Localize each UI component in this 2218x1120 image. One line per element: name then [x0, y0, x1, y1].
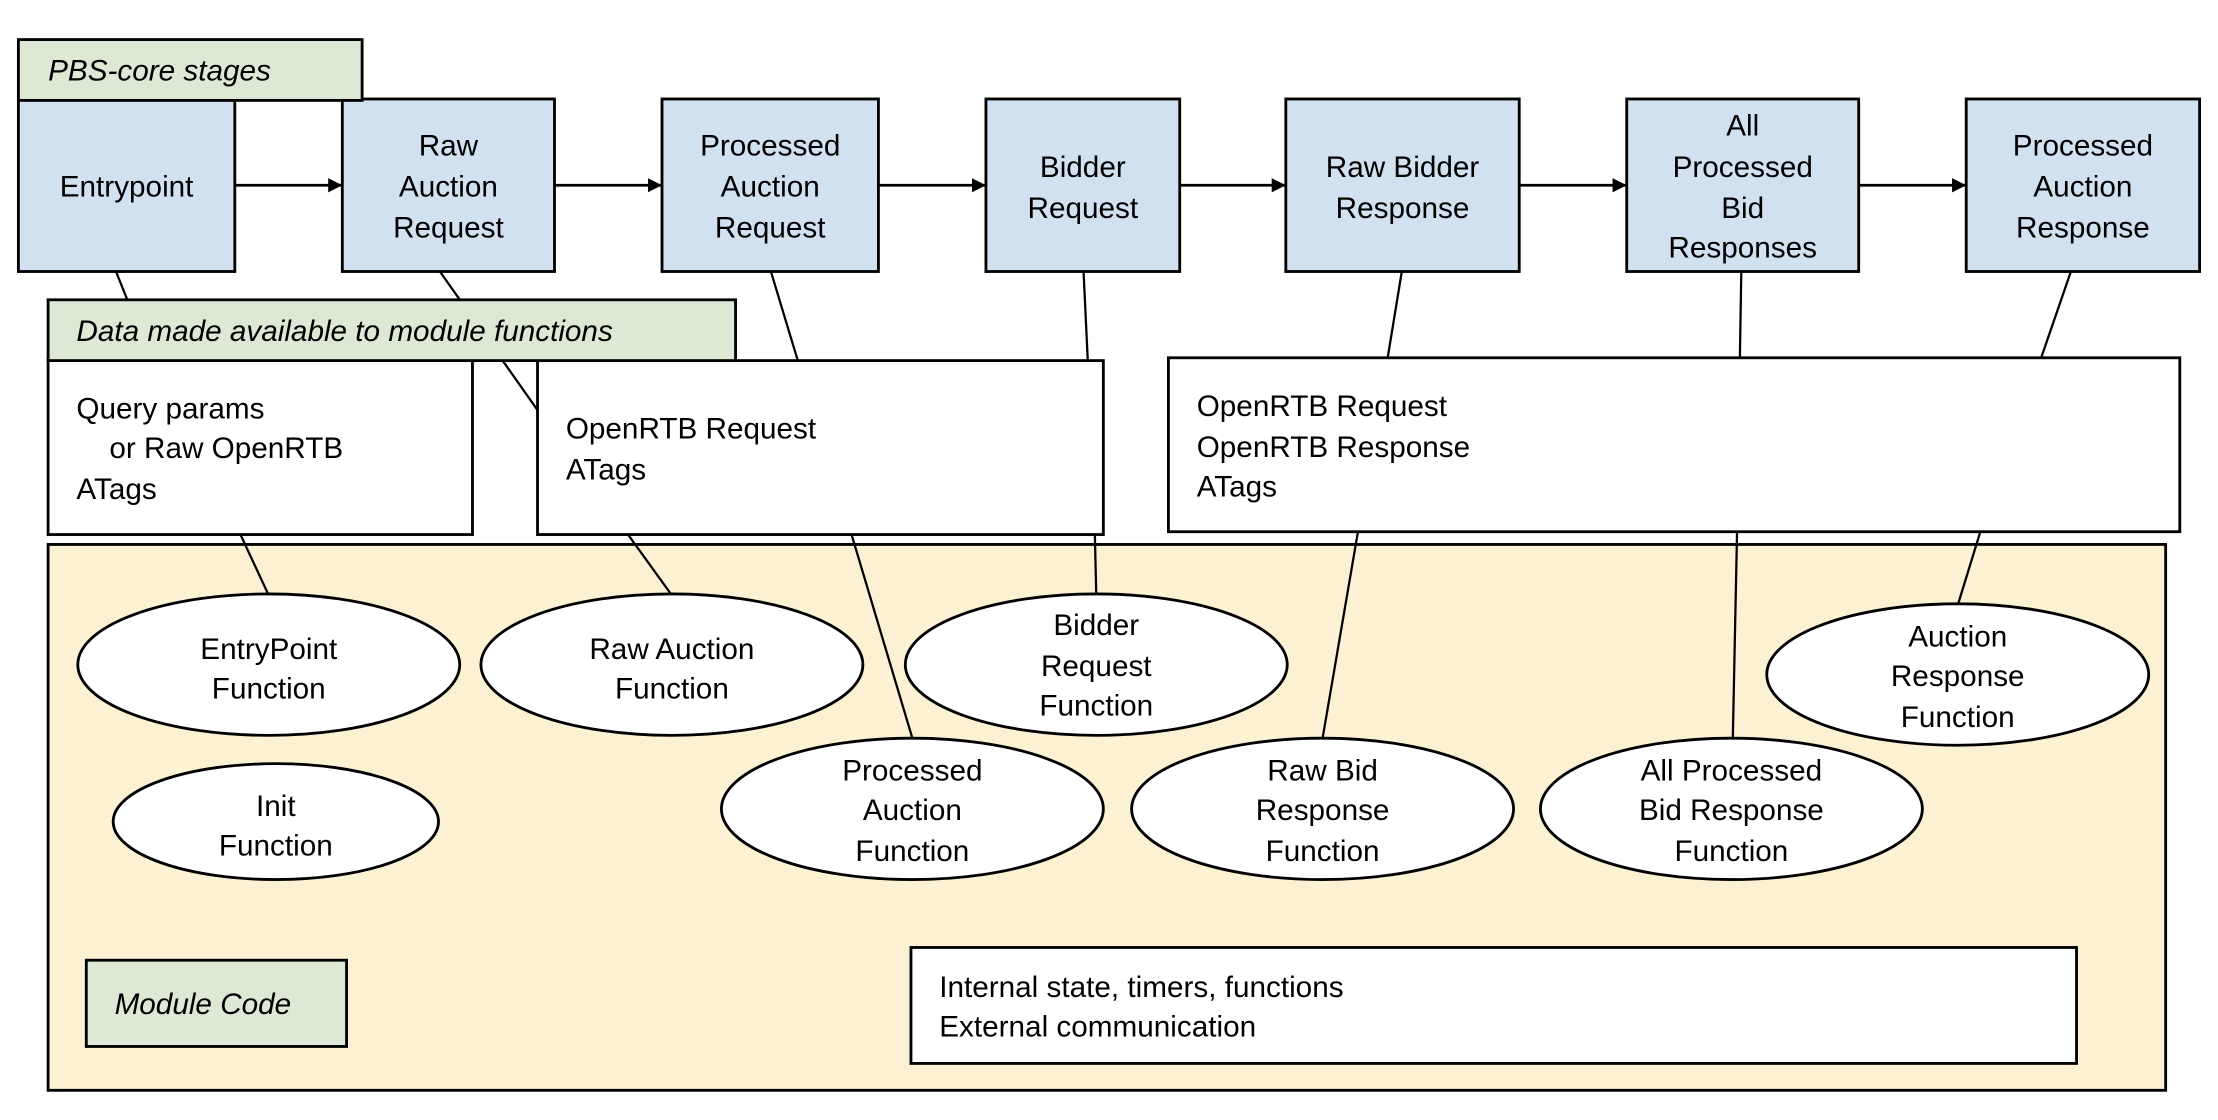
stage-label: Request — [393, 212, 504, 245]
stage-label: Request — [715, 212, 826, 245]
function-label: All Processed — [1641, 755, 1823, 788]
function-label: Response — [1256, 794, 1390, 827]
stage-all-processed-bid-responses: All Processed Bid Responses — [1625, 97, 1861, 273]
label-text: Data made available to module functions — [76, 315, 613, 348]
label-text: PBS-core stages — [48, 55, 271, 88]
function-label: Response — [1891, 660, 2025, 693]
function-init: Init Function — [111, 762, 440, 882]
connector — [1082, 271, 1089, 361]
stage-processed-auction-request: Processed Auction Request — [660, 97, 880, 273]
stage-label: Entrypoint — [60, 171, 194, 204]
data-box-entrypoint: Query params or Raw OpenRTB ATags — [46, 357, 474, 536]
data-line: OpenRTB Request — [566, 412, 817, 445]
stage-label: Request — [1028, 192, 1139, 225]
connector — [114, 271, 129, 301]
data-line: ATags — [566, 453, 646, 486]
stage-label: Raw — [419, 130, 479, 163]
data-line: Internal state, timers, functions — [939, 971, 1343, 1004]
stage-label: Response — [1336, 192, 1470, 225]
module-internals-box: Internal state, timers, functions Extern… — [909, 946, 2078, 1065]
data-line: External communication — [939, 1011, 1256, 1044]
stage-label: Bid — [1721, 192, 1764, 225]
function-processed-auction: Processed Auction Function — [720, 736, 1105, 882]
function-label: Raw Auction — [589, 633, 754, 666]
stage-box — [1284, 97, 1521, 273]
function-entrypoint: EntryPoint Function — [76, 592, 462, 737]
stage-label: All — [1726, 110, 1759, 143]
data-line: OpenRTB Request — [1197, 390, 1448, 423]
stage-label: Processed — [1673, 151, 1813, 184]
connector — [1386, 271, 1403, 358]
data-available-label: Data made available to module functions — [46, 298, 737, 363]
function-label: Function — [219, 830, 333, 863]
stage-label: Auction — [721, 171, 820, 204]
function-label: Auction — [863, 794, 962, 827]
stage-raw-bidder-response: Raw Bidder Response — [1284, 97, 1521, 273]
data-line: ATags — [1197, 470, 1277, 503]
function-label: Init — [256, 790, 296, 823]
function-label: Function — [212, 673, 326, 706]
stage-label: Processed — [700, 130, 840, 163]
function-raw-bid-response: Raw Bid Response Function — [1130, 736, 1515, 882]
stage-box — [984, 97, 1182, 273]
stage-bidder-request: Bidder Request — [984, 97, 1182, 273]
label-text: Module Code — [115, 988, 292, 1021]
connector — [769, 271, 799, 361]
function-raw-auction: Raw Auction Function — [479, 592, 865, 737]
data-line: or Raw OpenRTB — [76, 432, 343, 465]
connector — [2040, 271, 2072, 359]
data-line: OpenRTB Response — [1197, 431, 1470, 464]
stage-entrypoint: Entrypoint — [16, 97, 237, 273]
pbs-core-stages-label: PBS-core stages — [16, 38, 364, 102]
function-bidder-request: Bidder Request Function — [903, 592, 1289, 737]
stage-label: Response — [2016, 212, 2150, 245]
stage-label: Responses — [1668, 231, 1817, 264]
module-code-label: Module Code — [84, 958, 348, 1048]
stage-processed-auction-response: Processed Auction Response — [1964, 97, 2202, 273]
stage-label: Auction — [2033, 171, 2132, 204]
function-label: Raw Bid — [1267, 755, 1378, 788]
data-box — [909, 946, 2078, 1065]
stage-label: Raw Bidder — [1326, 151, 1480, 184]
stage-label: Bidder — [1040, 151, 1126, 184]
function-label: Function — [1674, 835, 1788, 868]
function-label: Function — [855, 835, 969, 868]
function-label: EntryPoint — [200, 633, 338, 666]
data-line: Query params — [76, 393, 264, 426]
stage-raw-auction-request: Raw Auction Request — [340, 97, 556, 273]
function-label: Bidder — [1053, 609, 1139, 642]
data-box-request: OpenRTB Request ATags — [536, 359, 1105, 536]
connector — [1738, 271, 1743, 358]
connector — [1093, 534, 1098, 596]
stage-label: Auction — [399, 171, 498, 204]
function-label: Processed — [842, 755, 982, 788]
function-label: Function — [1266, 835, 1380, 868]
function-label: Function — [615, 673, 729, 706]
data-box — [536, 359, 1105, 536]
pbs-module-diagram: Entrypoint Raw Auction Request Processed… — [16, 38, 2202, 1092]
data-box-response: OpenRTB Request OpenRTB Response ATags — [1166, 356, 2182, 534]
function-label: Request — [1041, 650, 1152, 683]
function-label: Function — [1901, 701, 2015, 734]
function-auction-response: Auction Response Function — [1765, 602, 2151, 747]
data-line: ATags — [76, 473, 156, 506]
stage-label: Processed — [2013, 130, 2153, 163]
function-label: Bid Response — [1639, 794, 1824, 827]
function-label: Auction — [1908, 620, 2007, 653]
function-label: Function — [1039, 690, 1153, 723]
function-all-processed-bid-response: All Processed Bid Response Function — [1539, 736, 1924, 882]
